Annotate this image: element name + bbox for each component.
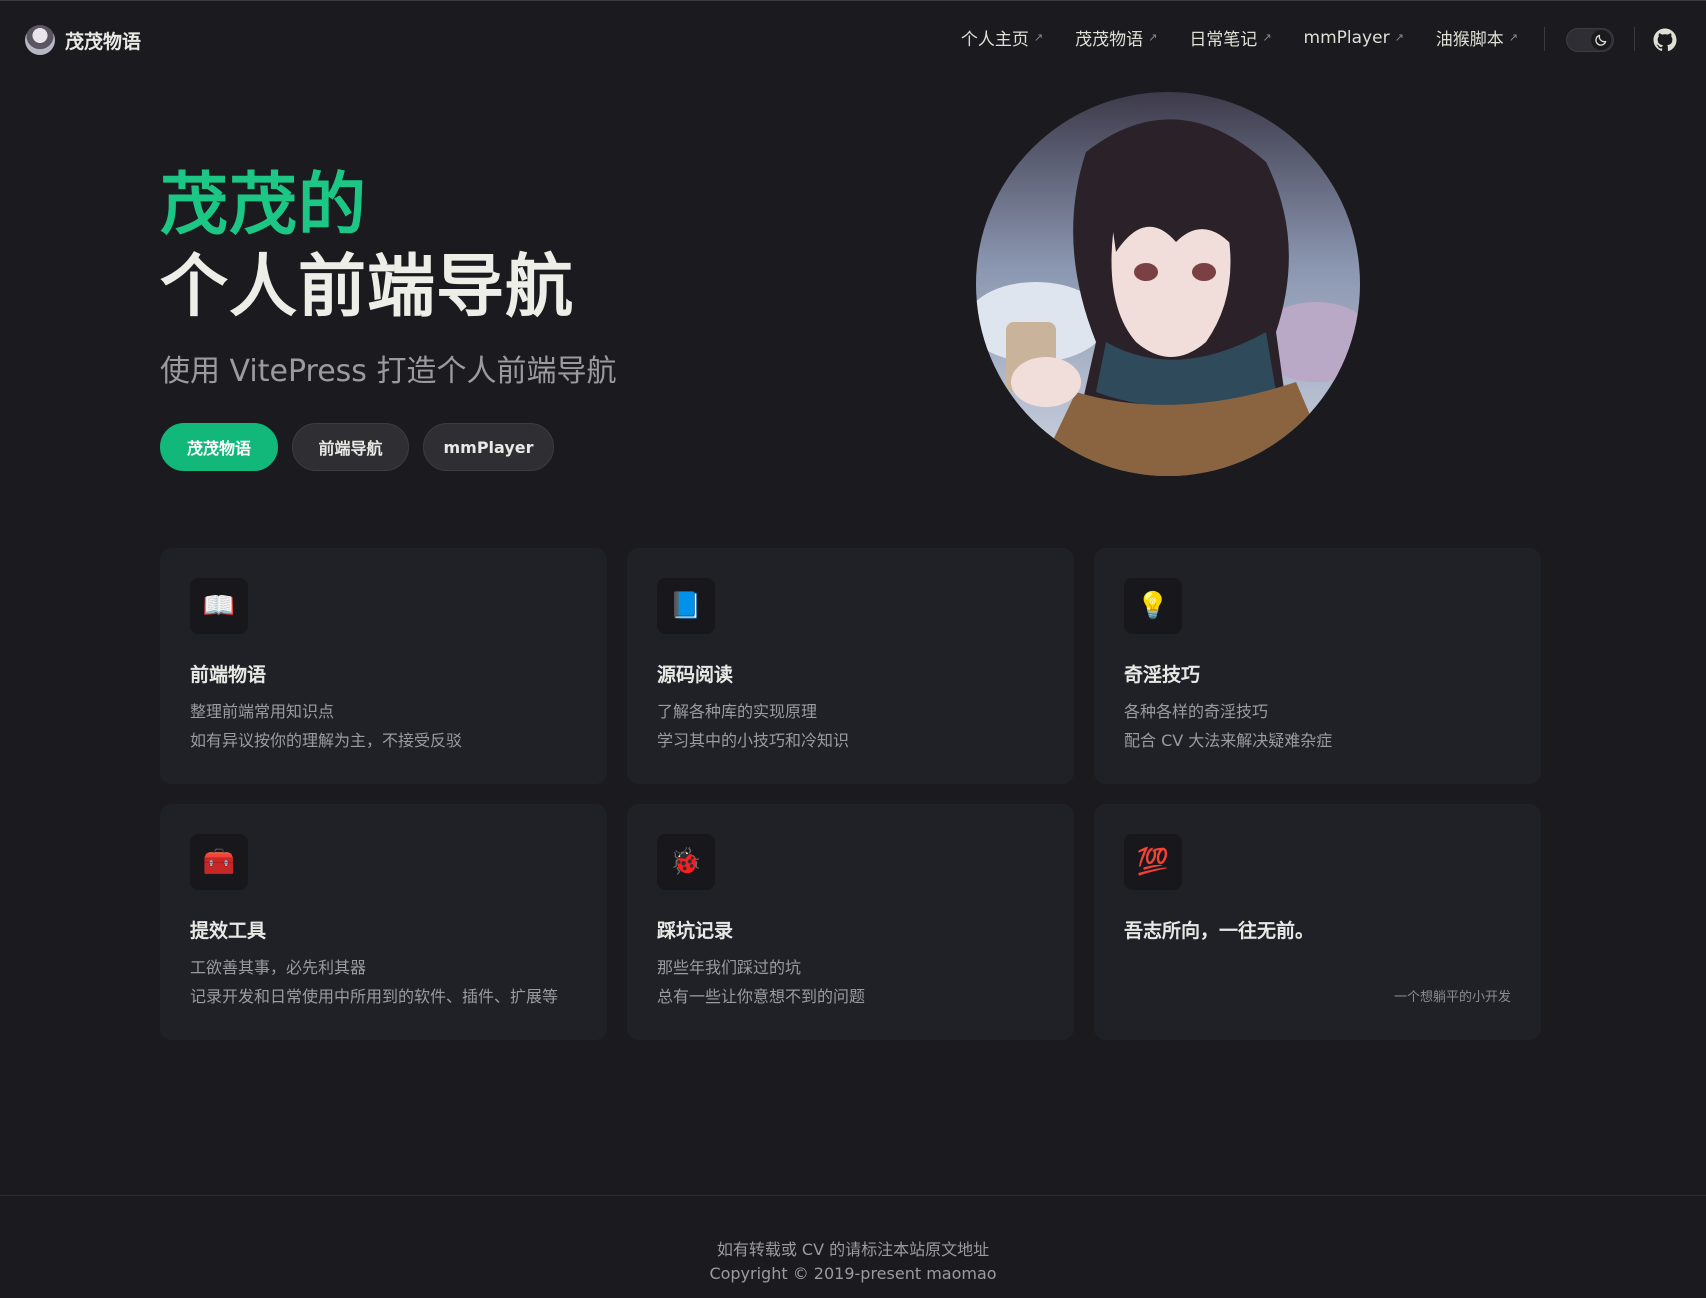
feature-title: 吾志所向，一往无前。 (1124, 920, 1315, 942)
site-title: 茂茂物语 (65, 30, 142, 53)
feature-detail: 整理前端常用知识点 (190, 702, 335, 721)
feature-title: 提效工具 (190, 920, 267, 942)
feature-card-pitfalls[interactable]: 🐞 踩坑记录 那些年我们踩过的坑 总有一些让你意想不到的问题 (627, 804, 1074, 1040)
feature-title: 踩坑记录 (657, 920, 734, 942)
feature-card-tricks[interactable]: 💡 奇淫技巧 各种各样的奇淫技巧 配合 CV 大法来解决疑难杂症 (1094, 548, 1541, 784)
feature-card-motto[interactable]: 💯 吾志所向，一往无前。 一个想躺平的小开发 (1094, 804, 1541, 1040)
hero-actions: 茂茂物语 前端导航 mmPlayer (160, 423, 568, 471)
toolbox-icon: 🧰 (190, 834, 248, 890)
hundred-points-icon: 💯 (1124, 834, 1182, 890)
feature-card-tools[interactable]: 🧰 提效工具 工欲善其事，必先利其器 记录开发和日常使用中所用到的软件、插件、扩… (160, 804, 607, 1040)
feature-detail: 配合 CV 大法来解决疑难杂症 (1124, 731, 1333, 750)
hero-heading: 个人前端导航 (160, 248, 575, 327)
footer-message: 如有转载或 CV 的请标注本站原文地址 (716, 1240, 990, 1259)
hero-tagline: 使用 VitePress 打造个人前端导航 (160, 354, 617, 389)
feature-title: 奇淫技巧 (1124, 664, 1201, 686)
nav-link-home[interactable]: 个人主页 ↗ (961, 25, 1043, 50)
hero-avatar-illustration (976, 92, 1360, 476)
mmplayer-button[interactable]: mmPlayer (423, 423, 554, 471)
external-link-icon: ↗ (1033, 31, 1044, 44)
github-icon[interactable] (1653, 28, 1677, 52)
nav-divider (1544, 27, 1545, 51)
feature-detail: 学习其中的小技巧和冷知识 (657, 731, 850, 750)
feature-detail: 那些年我们踩过的坑 (657, 958, 802, 977)
appearance-toggle[interactable] (1566, 28, 1614, 52)
light-bulb-icon: 💡 (1124, 578, 1182, 634)
nav-menu: 个人主页 ↗ 茂茂物语 ↗ 日常笔记 ↗ mmPlayer ↗ 油猴脚本 ↗ (929, 25, 1518, 51)
feature-detail: 了解各种库的实现原理 (657, 702, 818, 721)
site-avatar (25, 25, 55, 55)
blog-button[interactable]: 茂茂物语 (160, 423, 278, 471)
external-link-icon: ↗ (1262, 31, 1272, 44)
hero-name: 茂茂的 (160, 166, 368, 245)
nav-link-mmplayer[interactable]: mmPlayer ↗ (1304, 28, 1404, 48)
footer-copyright: Copyright © 2019-present maomao (709, 1264, 997, 1283)
open-book-icon: 📖 (190, 578, 248, 634)
feature-signature: 一个想躺平的小开发 (1393, 990, 1511, 1005)
blue-book-icon: 📘 (657, 578, 715, 634)
external-link-icon: ↗ (1394, 31, 1404, 44)
bug-icon: 🐞 (657, 834, 715, 890)
feature-detail: 总有一些让你意想不到的问题 (657, 987, 866, 1006)
page-footer: 如有转载或 CV 的请标注本站原文地址 Copyright © 2019-pre… (0, 1195, 1706, 1298)
frontend-nav-button[interactable]: 前端导航 (292, 423, 409, 471)
feature-title: 源码阅读 (657, 664, 734, 686)
nav-link-notes[interactable]: 日常笔记 ↗ (1189, 25, 1271, 50)
nav-link-userscripts[interactable]: 油猴脚本 ↗ (1436, 25, 1518, 50)
feature-title: 前端物语 (190, 664, 267, 686)
top-navbar: 茂茂物语 个人主页 ↗ 茂茂物语 ↗ 日常笔记 ↗ mmPlayer ↗ 油猴脚本 ↗ (0, 1, 1706, 75)
feature-detail: 记录开发和日常使用中所用到的软件、插件、扩展等 (190, 987, 559, 1006)
nav-divider (1634, 27, 1635, 51)
feature-detail: 如有异议按你的理解为主，不接受反驳 (190, 731, 463, 750)
external-link-icon: ↗ (1148, 31, 1158, 44)
feature-detail: 各种各样的奇淫技巧 (1124, 702, 1269, 721)
feature-card-frontend[interactable]: 📖 前端物语 整理前端常用知识点 如有异议按你的理解为主，不接受反驳 (160, 548, 607, 784)
feature-detail: 工欲善其事，必先利其器 (190, 958, 367, 977)
site-logo-link[interactable]: 茂茂物语 (25, 25, 141, 55)
feature-card-source[interactable]: 📘 源码阅读 了解各种库的实现原理 学习其中的小技巧和冷知识 (627, 548, 1074, 784)
external-link-icon: ↗ (1508, 31, 1518, 44)
moon-icon (1591, 30, 1611, 50)
nav-link-blog[interactable]: 茂茂物语 ↗ (1075, 25, 1157, 50)
